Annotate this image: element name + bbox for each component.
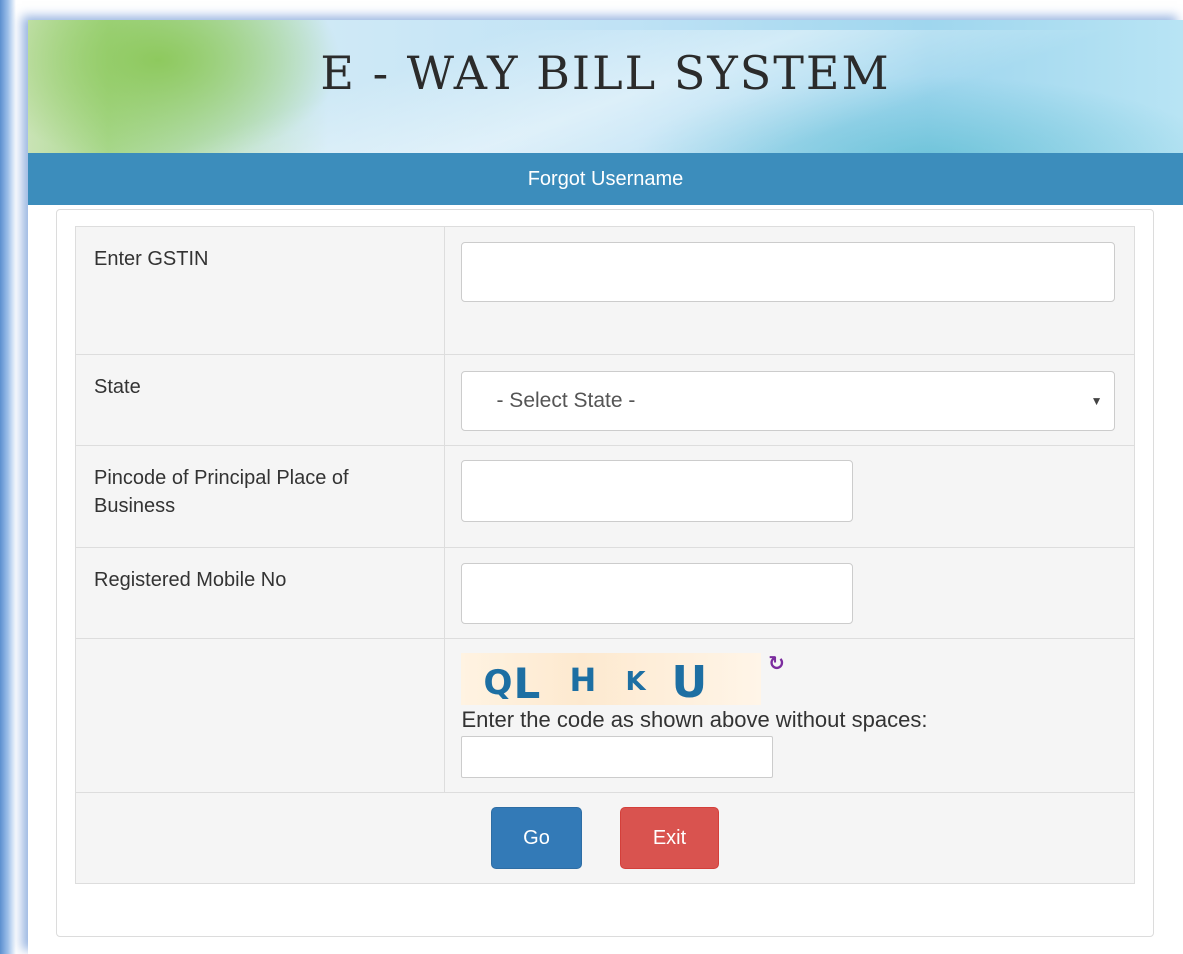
gstin-input[interactable] [461, 242, 1116, 302]
refresh-icon[interactable]: ↻ [765, 653, 787, 675]
pincode-row: Pincode of Principal Place of Business [74, 445, 1135, 548]
captcha-row: Q L H K U ↻ Enter the code as shown abov… [74, 638, 1135, 793]
captcha-hint: Enter the code as shown above without sp… [461, 707, 928, 732]
gstin-label: Enter GSTIN [74, 226, 446, 355]
state-row: State - Select State - ▼ [74, 354, 1135, 446]
pincode-input[interactable] [461, 460, 854, 522]
captcha-label-empty [74, 638, 446, 793]
header-banner: E - WAY BILL SYSTEM [28, 20, 1183, 163]
captcha-cell: Q L H K U ↻ Enter the code as shown abov… [444, 638, 1135, 793]
pincode-label: Pincode of Principal Place of Business [74, 445, 446, 548]
gstin-cell [444, 226, 1135, 355]
page-window: E - WAY BILL SYSTEM Forgot Username Ente… [28, 20, 1183, 954]
form-panel: Enter GSTIN State - Select State - ▼ Pin… [56, 209, 1154, 937]
form-title-bar: Forgot Username [28, 153, 1183, 205]
page-title: E - WAY BILL SYSTEM [320, 46, 891, 100]
mobile-label: Registered Mobile No [74, 547, 446, 639]
state-select[interactable]: - Select State - ▼ [461, 371, 1116, 431]
captcha-input[interactable] [461, 736, 774, 778]
state-selected-value: - Select State - [496, 389, 636, 412]
pincode-cell [444, 445, 1135, 548]
captcha-image: Q L H K U [461, 653, 762, 708]
captcha-char: L [513, 659, 541, 708]
mobile-cell [444, 547, 1135, 639]
gstin-row: Enter GSTIN [74, 226, 1135, 355]
captcha-char: H [569, 661, 597, 699]
window-frame: E - WAY BILL SYSTEM Forgot Username Ente… [0, 0, 1183, 954]
actions-row: Go Exit [75, 792, 1135, 884]
forgot-username-form: Enter GSTIN State - Select State - ▼ Pin… [74, 226, 1135, 884]
captcha-char: U [671, 657, 708, 708]
captcha-char: K [625, 667, 646, 697]
mobile-input[interactable] [461, 563, 854, 624]
mobile-row: Registered Mobile No [74, 547, 1135, 639]
chevron-down-icon: ▼ [1090, 394, 1103, 408]
state-cell: - Select State - ▼ [444, 354, 1135, 446]
exit-button[interactable]: Exit [620, 807, 719, 869]
go-button[interactable]: Go [491, 807, 582, 869]
actions-cell: Go Exit [75, 792, 1135, 884]
captcha-char: Q [483, 663, 513, 703]
state-label: State [74, 354, 446, 446]
